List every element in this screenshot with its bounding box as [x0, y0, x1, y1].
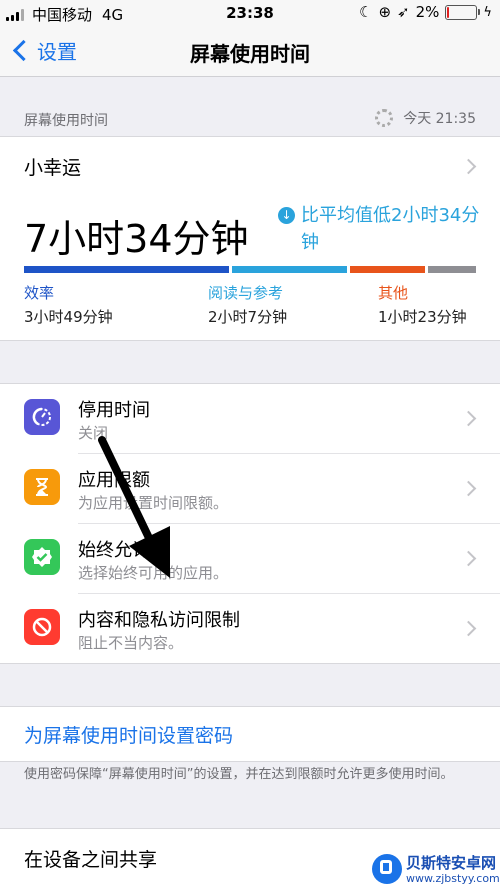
settings-menu: 停用时间 关闭 应用限额 为应用设置时间限额。 始终允许 选择始终可用的应用。 … — [0, 383, 500, 664]
chevron-right-icon — [460, 620, 477, 637]
rotation-lock-icon: ⊕ — [378, 3, 392, 21]
watermark-url: www.zjbstyy.com — [406, 872, 500, 885]
chevron-right-icon — [460, 550, 477, 567]
menu-item-title: 内容和隐私访问限制 — [78, 610, 240, 631]
menu-item-subtitle: 为应用设置时间限额。 — [78, 494, 229, 512]
category-efficiency: 效率 3小时49分钟 — [24, 282, 113, 327]
usage-bar-segment — [350, 266, 425, 273]
downtime-icon — [24, 399, 60, 435]
battery-percent: 2% — [415, 3, 440, 21]
menu-item-downtime[interactable]: 停用时间 关闭 — [0, 384, 500, 454]
menu-item-title: 停用时间 — [78, 400, 150, 421]
category-time: 1小时23分钟 — [378, 308, 467, 326]
category-name: 效率 — [24, 284, 55, 302]
loading-spinner-icon — [375, 109, 394, 127]
set-passcode-link[interactable]: 为屏幕使用时间设置密码 — [24, 721, 233, 748]
watermark-logo-icon — [372, 854, 402, 884]
location-icon: ➶ — [397, 3, 410, 21]
watermark: 贝斯特安卓网 www.zjbstyy.com — [366, 850, 500, 889]
battery-icon — [445, 4, 481, 20]
user-row[interactable]: 小幸运 — [0, 136, 500, 196]
usage-bar-segment — [428, 266, 476, 273]
arrow-down-circle-icon: ↓ — [278, 207, 295, 224]
menu-item-always-allowed[interactable]: 始终允许 选择始终可用的应用。 — [0, 524, 500, 594]
navigation-bar: 设置 屏幕使用时间 — [0, 26, 500, 77]
comparison-text: 比平均值低2小时34分钟 — [301, 205, 480, 253]
category-other: 其他 1小时23分钟 — [378, 282, 467, 327]
usage-bar-segment — [232, 266, 347, 273]
status-bar: 中国移动 4G 23:38 ☾ ⊕ ➶ 2% ϟ — [0, 0, 500, 26]
total-time: 7小时34分钟 — [24, 217, 249, 261]
section-header: 屏幕使用时间 今天 21:35 — [0, 102, 500, 134]
menu-item-content-privacy[interactable]: 内容和隐私访问限制 阻止不当内容。 — [0, 594, 500, 664]
comparison-note: ↓ 比平均值低2小时34分钟 — [278, 202, 483, 256]
watermark-name: 贝斯特安卓网 — [406, 854, 497, 872]
menu-item-title: 始终允许 — [78, 540, 150, 561]
moon-icon: ☾ — [359, 3, 373, 21]
menu-item-subtitle: 选择始终可用的应用。 — [78, 564, 229, 582]
chevron-right-icon — [460, 158, 477, 175]
checkmark-badge-icon — [24, 539, 60, 575]
category-reading: 阅读与参考 2小时7分钟 — [208, 282, 287, 327]
usage-bar — [24, 266, 476, 273]
passcode-row[interactable]: 为屏幕使用时间设置密码 — [0, 706, 500, 762]
category-name: 阅读与参考 — [208, 284, 284, 302]
menu-item-subtitle: 关闭 — [78, 424, 109, 442]
page-title: 屏幕使用时间 — [190, 42, 310, 66]
category-time: 2小时7分钟 — [208, 308, 288, 326]
usage-summary-card[interactable]: 7小时34分钟 ↓ 比平均值低2小时34分钟 效率 3小时49分钟 阅读与参考 … — [0, 194, 500, 341]
restriction-icon — [24, 609, 60, 645]
menu-item-subtitle: 阻止不当内容。 — [78, 634, 184, 652]
chevron-right-icon — [460, 480, 477, 497]
category-time: 3小时49分钟 — [24, 308, 113, 326]
hourglass-icon — [24, 469, 60, 505]
share-label: 在设备之间共享 — [24, 849, 158, 871]
updated-time: 今天 21:35 — [403, 111, 476, 127]
category-name: 其他 — [378, 284, 409, 302]
passcode-note: 使用密码保障“屏幕使用时间”的设置，并在达到限额时允许更多使用时间。 — [24, 767, 454, 782]
menu-item-title: 应用限额 — [78, 470, 150, 491]
charging-icon: ϟ — [483, 4, 492, 20]
menu-item-app-limits[interactable]: 应用限额 为应用设置时间限额。 — [0, 454, 500, 524]
chevron-right-icon — [460, 410, 477, 427]
section-header-label: 屏幕使用时间 — [24, 113, 108, 129]
usage-bar-segment — [24, 266, 229, 273]
user-name: 小幸运 — [24, 157, 82, 179]
